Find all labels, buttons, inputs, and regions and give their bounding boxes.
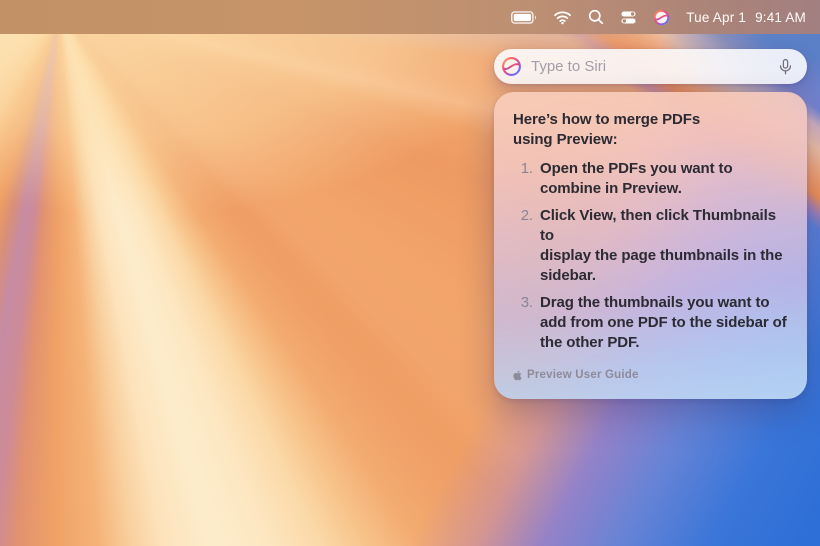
step-text-line: Open the PDFs you want to [540,159,733,179]
spotlight-search-icon[interactable] [588,9,604,25]
control-center-icon[interactable] [620,9,637,26]
source-label: Preview User Guide [527,365,639,385]
source-link[interactable]: Preview User Guide [513,365,789,385]
step-number: 2. [513,206,540,286]
step-1: 1. Open the PDFs you want to combine in … [513,159,789,199]
card-heading: Here’s how to merge PDFs using Preview: [513,110,789,150]
menu-bar-clock[interactable]: Tue Apr 1 9:41 AM [686,10,806,25]
clock-date: Tue Apr 1 [686,10,746,25]
step-text-line: add from one PDF to the sidebar of [540,313,787,333]
card-heading-line: Here’s how to merge PDFs [513,110,789,130]
apple-logo-icon [513,370,522,381]
siri-input[interactable]: Type to Siri [494,49,807,84]
step-number: 1. [513,159,540,199]
step-text-line: Click View, then click Thumbnails to [540,206,789,246]
card-heading-line: using Preview: [513,130,789,150]
step-number: 3. [513,293,540,353]
desktop: Tue Apr 1 9:41 AM Type to Siri [0,0,820,546]
battery-icon[interactable] [511,11,537,24]
step-text-line: combine in Preview. [540,179,733,199]
step-text-line: Drag the thumbnails you want to [540,293,787,313]
step-2: 2. Click View, then click Thumbnails to … [513,206,789,286]
siri-menu-icon[interactable] [653,9,670,26]
menu-bar: Tue Apr 1 9:41 AM [0,0,820,34]
step-text-line: display the page thumbnails in the [540,246,789,266]
siri-icon [501,56,522,77]
step-3: 3. Drag the thumbnails you want to add f… [513,293,789,353]
clock-time: 9:41 AM [755,10,806,25]
siri-panel: Type to Siri Here’s how to merge PDFs us… [494,49,807,399]
siri-response-card: Here’s how to merge PDFs using Preview: … [494,92,807,399]
step-text-line: the other PDF. [540,333,787,353]
wifi-icon[interactable] [553,10,572,25]
siri-input-placeholder: Type to Siri [531,58,777,75]
step-text-line: sidebar. [540,266,789,286]
microphone-icon[interactable] [777,57,794,77]
